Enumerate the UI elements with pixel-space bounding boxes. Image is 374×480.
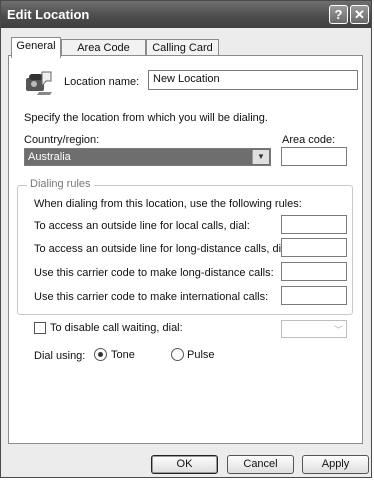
pulse-label: Pulse xyxy=(187,349,215,361)
dialing-rules-intro: When dialing from this location, use the… xyxy=(34,198,302,210)
call-waiting-label: To disable call waiting, dial: xyxy=(50,322,183,334)
tone-label: Tone xyxy=(111,349,135,361)
local-calls-label: To access an outside line for local call… xyxy=(34,220,250,232)
cancel-button[interactable]: Cancel xyxy=(227,455,294,474)
chevron-down-icon: ﹀ xyxy=(333,325,343,335)
call-waiting-checkbox[interactable] xyxy=(34,322,46,334)
phone-location-icon xyxy=(24,68,54,96)
dialing-rules-legend: Dialing rules xyxy=(27,178,94,190)
location-name-input[interactable]: New Location xyxy=(148,70,358,90)
call-waiting-select[interactable]: ﹀ xyxy=(281,320,347,338)
carrier-long-distance-label: Use this carrier code to make long-dista… xyxy=(34,267,274,279)
local-calls-input[interactable] xyxy=(281,215,347,234)
area-code-input[interactable] xyxy=(281,147,347,166)
window-title: Edit Location xyxy=(7,7,90,22)
area-code-label: Area code: xyxy=(282,134,336,146)
help-button[interactable]: ? xyxy=(329,5,348,24)
specify-text: Specify the location from which you will… xyxy=(24,112,268,124)
location-name-label: Location name: xyxy=(64,76,140,88)
carrier-international-input[interactable] xyxy=(281,286,347,305)
long-distance-input[interactable] xyxy=(281,238,347,257)
radio-selected-dot xyxy=(98,352,103,357)
pulse-radio[interactable] xyxy=(171,348,184,361)
chevron-down-icon[interactable]: ▼ xyxy=(252,150,269,164)
carrier-international-label: Use this carrier code to make internatio… xyxy=(34,291,269,303)
carrier-long-distance-input[interactable] xyxy=(281,262,347,281)
country-select[interactable]: Australia ▼ xyxy=(24,148,271,166)
apply-button[interactable]: Apply xyxy=(302,455,369,474)
dial-using-label: Dial using: xyxy=(34,350,86,362)
tone-radio[interactable] xyxy=(94,348,107,361)
title-bar[interactable]: Edit Location ? ✕ xyxy=(1,1,371,28)
long-distance-label: To access an outside line for long-dista… xyxy=(34,243,293,255)
tab-general[interactable]: General xyxy=(11,37,61,58)
ok-button[interactable]: OK xyxy=(151,455,218,474)
country-select-value: Australia xyxy=(28,151,71,163)
close-button[interactable]: ✕ xyxy=(350,5,369,24)
country-label: Country/region: xyxy=(24,134,100,146)
